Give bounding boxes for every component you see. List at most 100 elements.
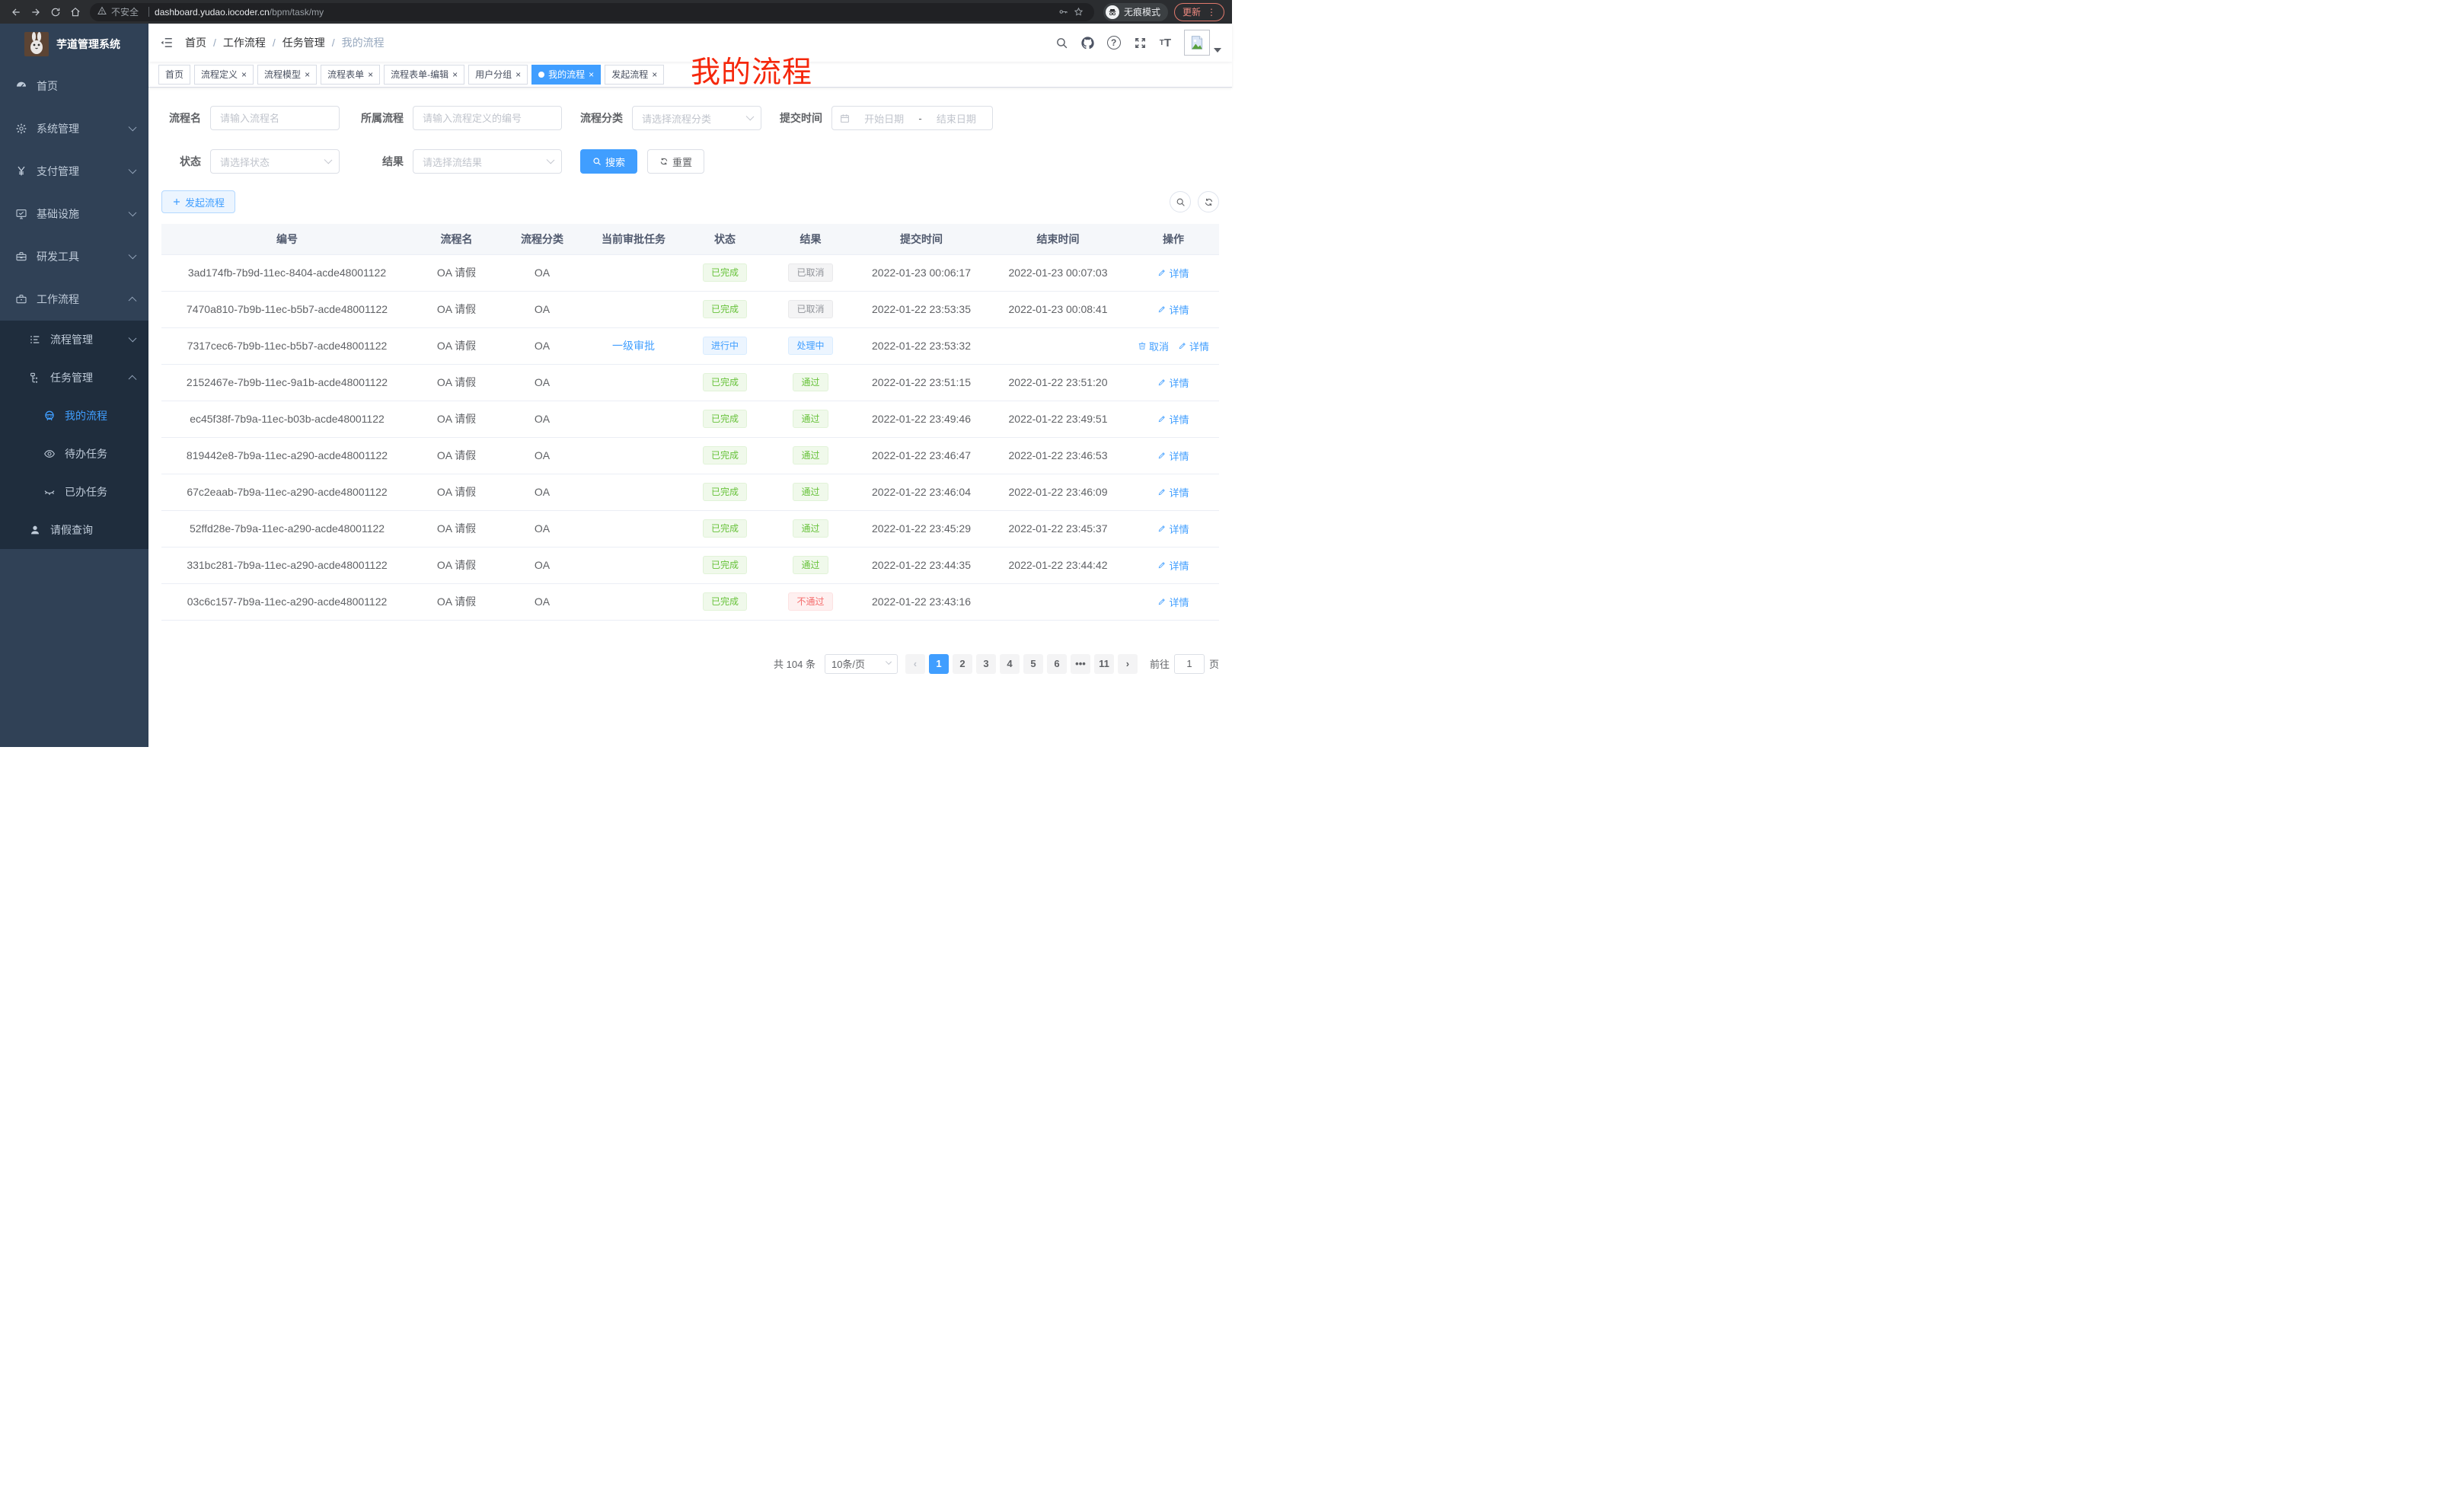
search-button[interactable]: 搜索 (580, 149, 637, 174)
tab-流程模型[interactable]: 流程模型× (257, 65, 317, 85)
result-badge: 通过 (793, 373, 828, 391)
tab-close-icon[interactable]: × (452, 70, 458, 79)
next-page-button[interactable]: › (1118, 654, 1138, 674)
process-name-input[interactable] (210, 106, 340, 130)
user-avatar-menu[interactable] (1184, 30, 1221, 56)
cancel-action-link[interactable]: 取消 (1138, 339, 1169, 353)
browser-home-icon[interactable] (67, 4, 84, 21)
status-badge: 已完成 (703, 519, 747, 538)
sidebar-item-首页[interactable]: 首页 (0, 65, 148, 107)
breadcrumb-item-首页[interactable]: 首页 (185, 35, 206, 50)
column-header-流程分类: 流程分类 (500, 224, 584, 254)
browser-forward-icon[interactable] (27, 4, 44, 21)
tab-close-icon[interactable]: × (515, 70, 521, 79)
sidebar-item-待办任务[interactable]: 待办任务 (0, 435, 148, 473)
category-select[interactable]: 请选择流程分类 (632, 106, 761, 130)
reset-button[interactable]: 重置 (647, 149, 704, 174)
page-button-4[interactable]: 4 (1000, 654, 1020, 674)
tab-close-icon[interactable]: × (241, 70, 247, 79)
tab-close-icon[interactable]: × (652, 70, 657, 79)
cell-status: 已完成 (683, 291, 767, 327)
page-button-11[interactable]: 11 (1094, 654, 1114, 674)
goto-page-input[interactable] (1174, 654, 1205, 674)
process-def-input[interactable] (413, 106, 562, 130)
browser-back-icon[interactable] (8, 4, 24, 21)
update-label[interactable]: 更新 (1183, 5, 1201, 18)
page-button-3[interactable]: 3 (976, 654, 996, 674)
tab-close-icon[interactable]: × (589, 70, 594, 79)
show-search-toggle-button[interactable] (1170, 191, 1191, 212)
detail-action-link[interactable]: 详情 (1178, 339, 1209, 353)
detail-action-link[interactable]: 详情 (1157, 595, 1189, 609)
not-secure-label[interactable]: 不安全 (111, 5, 139, 18)
font-size-icon[interactable]: TT (1160, 37, 1171, 49)
result-select[interactable]: 请选择流结果 (413, 149, 562, 174)
sidebar-item-我的流程[interactable]: 我的流程 (0, 397, 148, 435)
search-icon[interactable] (1055, 37, 1068, 49)
detail-action-link[interactable]: 详情 (1157, 449, 1189, 463)
sidebar-item-请假查询[interactable]: 请假查询 (0, 511, 148, 549)
url-host[interactable]: dashboard.yudao.iocoder.cn (155, 7, 270, 18)
detail-action-link[interactable]: 详情 (1157, 485, 1189, 500)
end-date-placeholder[interactable]: 结束日期 (928, 111, 985, 126)
tab-close-icon[interactable]: × (368, 70, 373, 79)
action-label: 详情 (1169, 266, 1189, 280)
sidebar-item-工作流程[interactable]: 工作流程 (0, 278, 148, 321)
sidebar-item-支付管理[interactable]: 支付管理 (0, 150, 148, 193)
pager-ellipsis[interactable]: ••• (1071, 654, 1090, 674)
page-button-6[interactable]: 6 (1047, 654, 1067, 674)
page-size-select[interactable]: 10条/页 (825, 654, 898, 674)
chrome-menu-icon[interactable]: ⋮ (1207, 7, 1216, 18)
chrome-update-button[interactable]: 更新 ⋮ (1174, 3, 1224, 21)
sidebar-item-任务管理[interactable]: 任务管理 (0, 359, 148, 397)
browser-reload-icon[interactable] (47, 4, 64, 21)
breadcrumb-item-任务管理[interactable]: 任务管理 (282, 35, 325, 50)
status-badge: 已完成 (703, 592, 747, 611)
avatar-broken-image (1184, 30, 1210, 56)
status-select[interactable]: 请选择状态 (210, 149, 340, 174)
tab-流程定义[interactable]: 流程定义× (194, 65, 254, 85)
breadcrumb-item-工作流程[interactable]: 工作流程 (223, 35, 266, 50)
refresh-table-button[interactable] (1198, 191, 1219, 212)
sidebar-collapse-icon[interactable] (148, 36, 185, 49)
app-logo-row[interactable]: 芋道管理系统 (0, 24, 148, 65)
help-icon[interactable]: ? (1107, 36, 1121, 49)
cell-current-task[interactable]: 一级审批 (584, 327, 683, 364)
detail-action-link[interactable]: 详情 (1157, 302, 1189, 317)
tab-我的流程[interactable]: 我的流程× (531, 65, 601, 85)
tab-流程表单[interactable]: 流程表单× (321, 65, 380, 85)
start-date-placeholder[interactable]: 开始日期 (856, 111, 912, 126)
github-icon[interactable] (1081, 37, 1094, 49)
address-bar[interactable]: 不安全 dashboard.yudao.iocoder.cn/bpm/task/… (90, 3, 1094, 21)
tab-发起流程[interactable]: 发起流程× (605, 65, 664, 85)
edit-icon (1157, 451, 1167, 460)
tab-用户分组[interactable]: 用户分组× (468, 65, 528, 85)
cell-category: OA (500, 510, 584, 547)
current-task-link[interactable]: 一级审批 (612, 340, 655, 352)
bookmark-star-icon[interactable] (1071, 7, 1087, 17)
tab-首页[interactable]: 首页 (158, 65, 190, 85)
sidebar-item-系统管理[interactable]: 系统管理 (0, 107, 148, 150)
not-secure-icon (97, 6, 107, 18)
detail-action-link[interactable]: 详情 (1157, 266, 1189, 280)
create-process-button[interactable]: 发起流程 (161, 190, 235, 213)
page-button-2[interactable]: 2 (953, 654, 972, 674)
page-button-1[interactable]: 1 (929, 654, 949, 674)
page-button-5[interactable]: 5 (1023, 654, 1043, 674)
sidebar-item-基础设施[interactable]: 基础设施 (0, 193, 148, 235)
detail-action-link[interactable]: 详情 (1157, 375, 1189, 390)
chevron-down-icon (129, 334, 137, 343)
sidebar-item-流程管理[interactable]: 流程管理 (0, 321, 148, 359)
tab-close-icon[interactable]: × (305, 70, 310, 79)
detail-action-link[interactable]: 详情 (1157, 412, 1189, 426)
detail-action-link[interactable]: 详情 (1157, 558, 1189, 573)
date-range-picker[interactable]: 开始日期 - 结束日期 (831, 106, 993, 130)
detail-action-link[interactable]: 详情 (1157, 522, 1189, 536)
sidebar-item-研发工具[interactable]: 研发工具 (0, 235, 148, 278)
url-path[interactable]: /bpm/task/my (270, 7, 324, 18)
tab-流程表单-编辑[interactable]: 流程表单-编辑× (384, 65, 464, 85)
password-key-icon[interactable] (1056, 7, 1071, 17)
fullscreen-icon[interactable] (1134, 37, 1147, 49)
incognito-icon (1106, 5, 1119, 19)
sidebar-item-已办任务[interactable]: 已办任务 (0, 473, 148, 511)
